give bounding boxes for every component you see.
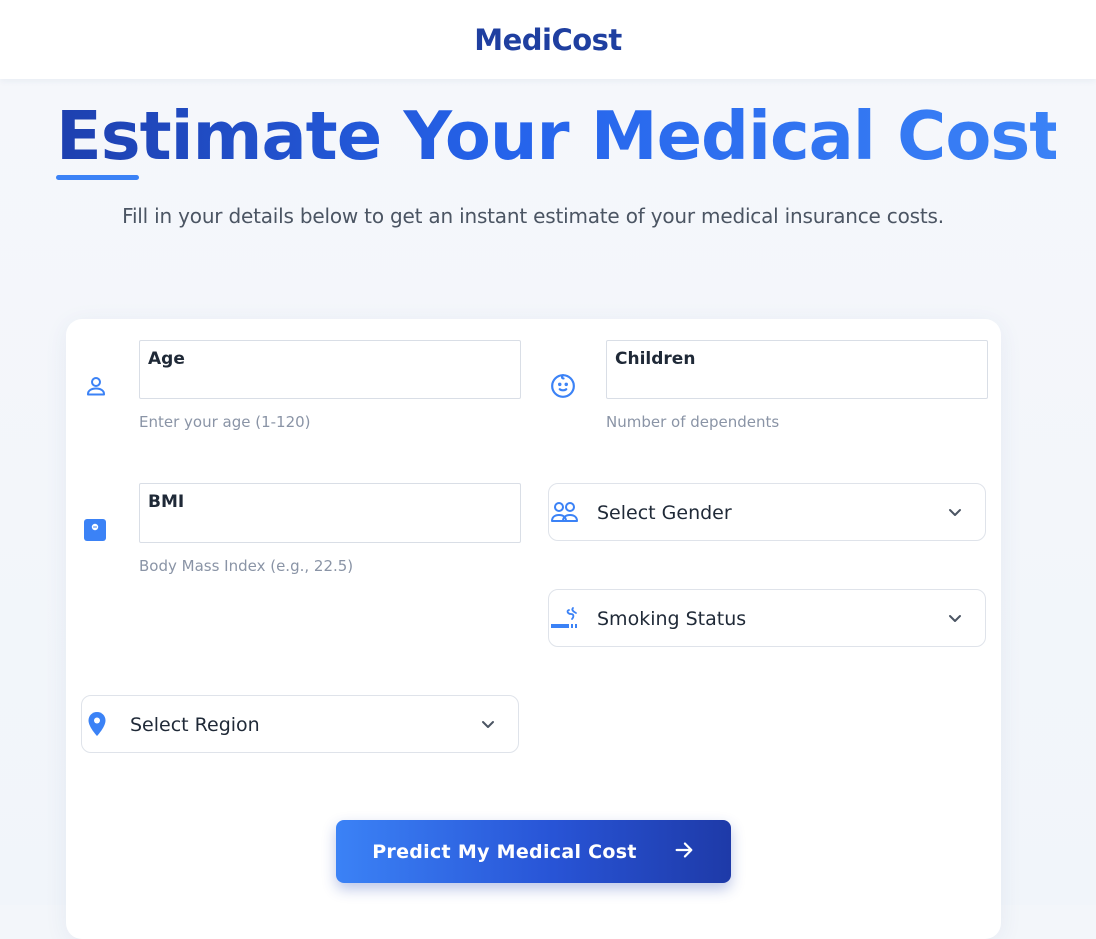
smoking-select[interactable]: Smoking Status bbox=[548, 589, 986, 647]
users-icon bbox=[549, 484, 579, 540]
page-title: Estimate Your Medical Costs bbox=[56, 97, 1096, 175]
map-pin-icon bbox=[82, 696, 112, 752]
page-subtitle: Fill in your details below to get an ins… bbox=[122, 204, 944, 228]
title-underline bbox=[56, 175, 139, 180]
smoking-icon bbox=[549, 590, 579, 646]
weight-scale-icon bbox=[81, 516, 109, 544]
top-navbar: MediCost bbox=[0, 0, 1096, 79]
gender-select-value: Select Gender bbox=[597, 502, 732, 524]
baby-face-icon bbox=[549, 372, 577, 400]
gender-select[interactable]: Select Gender bbox=[548, 483, 986, 541]
children-helper-text: Number of dependents bbox=[606, 413, 780, 431]
region-select[interactable]: Select Region bbox=[81, 695, 519, 753]
children-input[interactable]: Children bbox=[606, 340, 988, 399]
age-input[interactable]: Age bbox=[139, 340, 521, 399]
chevron-down-icon bbox=[947, 610, 963, 626]
bmi-input[interactable]: BMI bbox=[139, 483, 521, 543]
bmi-helper-text: Body Mass Index (e.g., 22.5) bbox=[139, 557, 354, 575]
age-label: Age bbox=[148, 349, 185, 369]
chevron-down-icon bbox=[480, 716, 496, 732]
user-icon bbox=[82, 372, 110, 400]
chevron-down-icon bbox=[947, 504, 963, 520]
region-select-value: Select Region bbox=[130, 714, 260, 736]
smoking-select-value: Smoking Status bbox=[597, 608, 747, 630]
bmi-label: BMI bbox=[148, 492, 185, 512]
arrow-right-icon bbox=[673, 839, 695, 864]
children-label: Children bbox=[615, 349, 696, 369]
predict-button-label: Predict My Medical Cost bbox=[372, 840, 637, 863]
brand-logo-text[interactable]: MediCost bbox=[474, 23, 622, 57]
age-helper-text: Enter your age (1-120) bbox=[139, 413, 311, 431]
predict-cost-button[interactable]: Predict My Medical Cost bbox=[336, 820, 731, 883]
